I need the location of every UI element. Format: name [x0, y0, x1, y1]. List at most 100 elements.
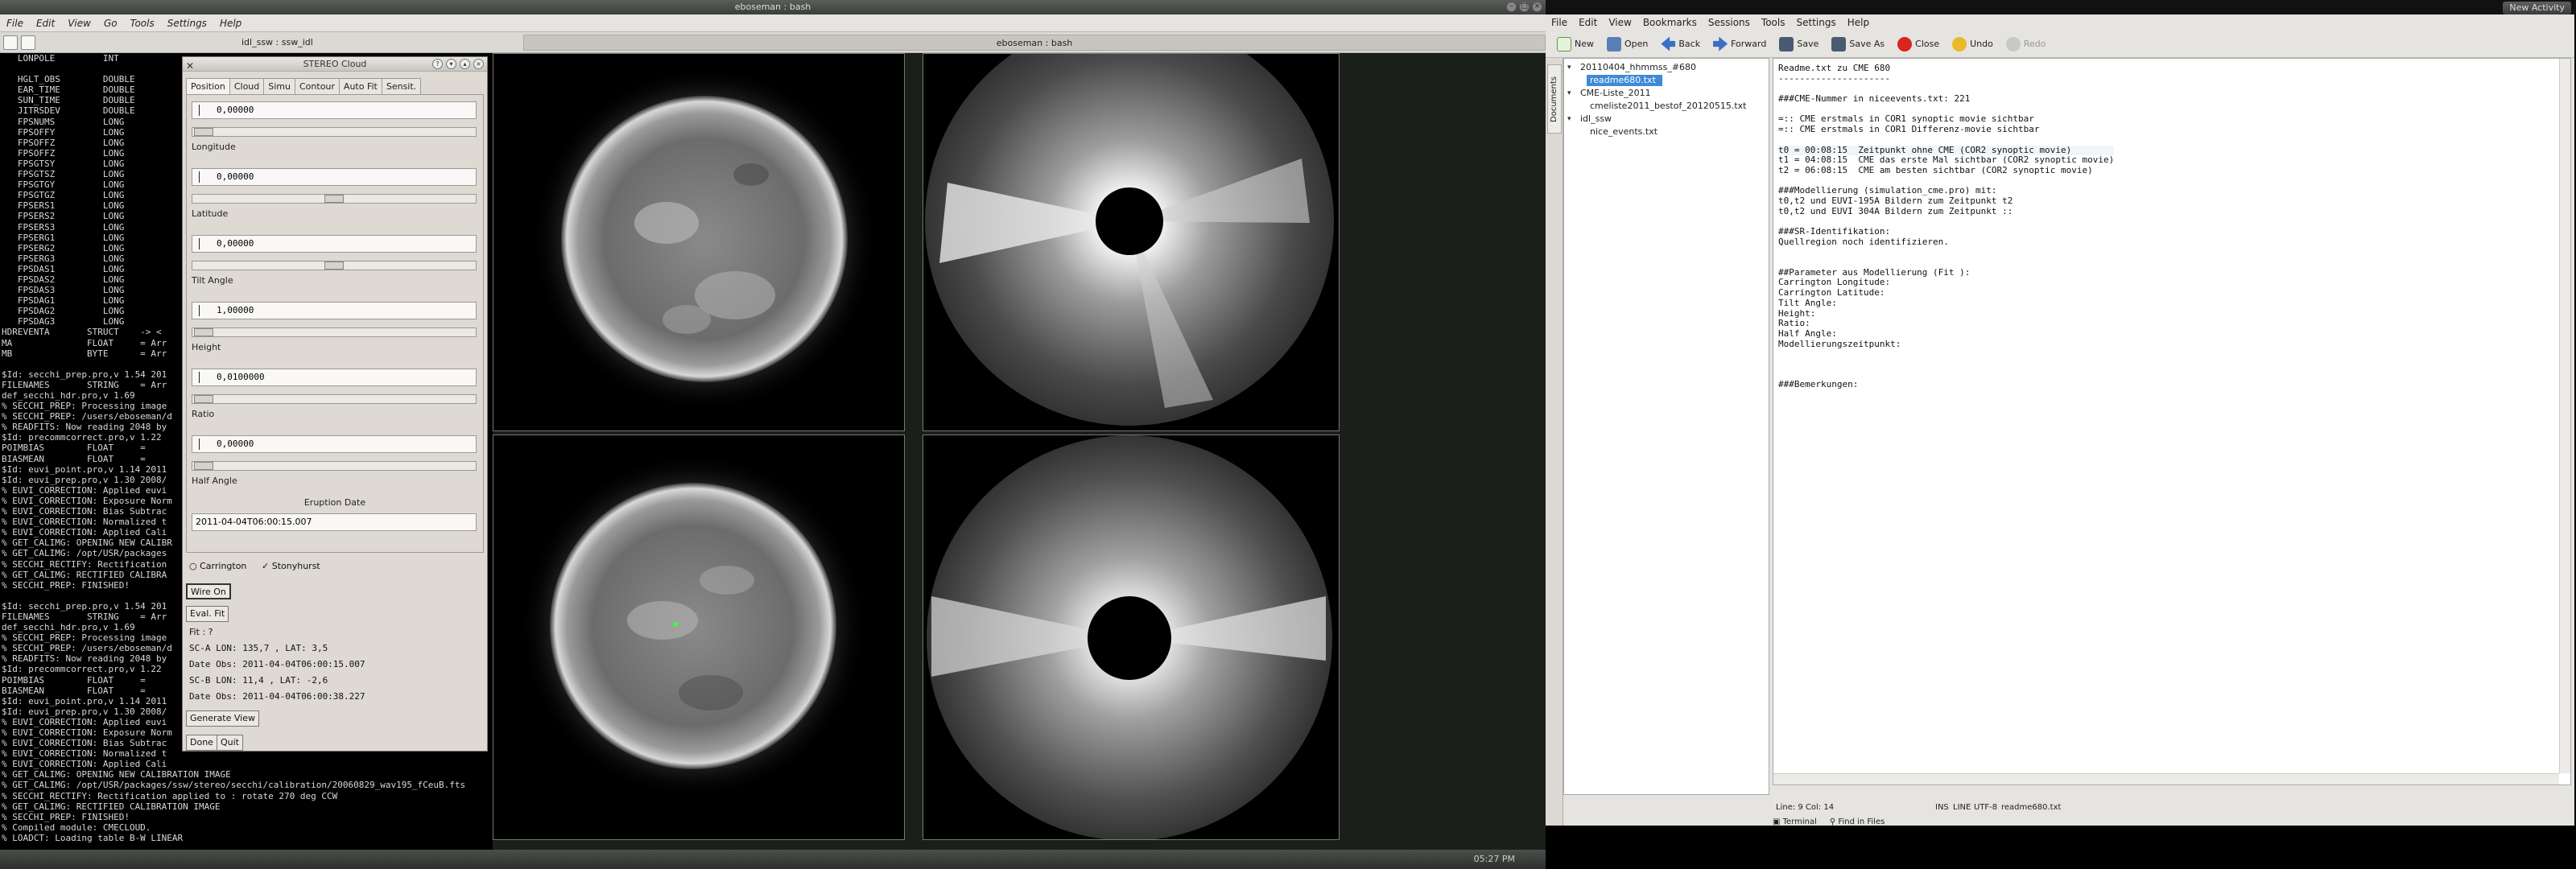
terminal-icon[interactable]	[21, 35, 35, 50]
quit-button[interactable]: Quit	[217, 735, 243, 751]
maximize-icon[interactable]: □	[1519, 2, 1530, 12]
longitude-slider[interactable]	[192, 127, 477, 137]
tree-file-item[interactable]: cmeliste2011_bestof_20120515.txt	[1587, 101, 1752, 112]
tab-auto-fit[interactable]: Auto Fit	[338, 78, 382, 94]
editor-line[interactable]: Quellregion noch identifizieren.	[1778, 237, 2114, 248]
generate-view-button[interactable]: Generate View	[186, 710, 259, 727]
vertical-scrollbar[interactable]	[2559, 59, 2570, 773]
editor-line[interactable]: Readme.txt zu CME 680	[1778, 63, 2114, 74]
editor-line[interactable]: Carrington Latitude:	[1778, 287, 2114, 299]
editor-content[interactable]: Readme.txt zu CME 680 -------------------…	[1778, 63, 2115, 390]
undo-button[interactable]: Undo	[1952, 36, 1993, 51]
editor-line[interactable]	[1778, 247, 2114, 257]
euvi-image-b[interactable]	[493, 434, 905, 840]
tab-bash[interactable]: eboseman : bash	[523, 35, 1546, 51]
editor-line[interactable]: Half Angle:	[1778, 328, 2114, 340]
editor-line[interactable]: Height:	[1778, 308, 2114, 319]
menu-view[interactable]: View	[61, 14, 97, 32]
save-button[interactable]: Save	[1779, 36, 1818, 51]
done-button[interactable]: Done	[186, 735, 217, 751]
half-angle-value-field[interactable]: 0,00000	[192, 435, 477, 453]
editor-line[interactable]: t2 = 06:08:15 CME am besten sichtbar (CO…	[1778, 165, 2114, 176]
menu-sessions[interactable]: Sessions	[1703, 14, 1756, 31]
menu-file[interactable]: File	[1546, 14, 1573, 31]
find-in-files-tab[interactable]: ⚲ Find in Files	[1830, 818, 1885, 830]
tree-expand-icon[interactable]: ▾	[1567, 64, 1571, 72]
menu-view[interactable]: View	[1603, 14, 1637, 31]
editor-line[interactable]	[1778, 257, 2114, 268]
documents-tab[interactable]: Documents	[1547, 64, 1562, 134]
tab-simu[interactable]: Simu	[263, 78, 295, 94]
help-icon[interactable]: ?	[432, 59, 443, 69]
editor-line[interactable]: ###Bemerkungen:	[1778, 380, 2114, 390]
cor2-image-a[interactable]	[923, 53, 1340, 431]
close-icon[interactable]: ×	[473, 59, 484, 69]
tree-expand-icon[interactable]: ▾	[1567, 115, 1571, 123]
horizontal-scrollbar[interactable]	[1773, 773, 2559, 785]
menu-settings[interactable]: Settings	[1790, 14, 1841, 31]
tree-folder-item[interactable]: CME-Liste_2011	[1577, 88, 1657, 99]
latitude-value-field[interactable]: 0,00000	[192, 168, 477, 186]
insert-mode[interactable]: INS	[1935, 803, 1949, 812]
tree-folder-item[interactable]: 20110404_hhmmss_#680	[1577, 62, 1703, 73]
menu-tools[interactable]: Tools	[124, 14, 161, 32]
editor-line[interactable]: ---------------------	[1778, 73, 2114, 84]
tab-idl-ssw[interactable]: idl_ssw : ssw_idl	[48, 35, 515, 51]
tab-cloud[interactable]: Cloud	[229, 78, 265, 94]
menu-file[interactable]: File	[0, 14, 30, 32]
menu-edit[interactable]: Edit	[30, 14, 61, 32]
back-button[interactable]: Back	[1661, 36, 1700, 51]
radio-stonyhurst[interactable]: ✓ Stonyhurst	[262, 561, 320, 571]
editor-line[interactable]	[1778, 360, 2114, 370]
half-angle-slider[interactable]	[192, 461, 477, 471]
redo-button[interactable]: Redo	[2005, 36, 2046, 51]
eval-fit-button[interactable]: Eval. Fit	[186, 606, 229, 622]
editor-line[interactable]: =:: CME erstmals in COR1 Differenz-movie…	[1778, 124, 2114, 135]
menu-help[interactable]: Help	[1842, 14, 1875, 31]
tab-sensit[interactable]: Sensit.	[381, 78, 422, 94]
menu-help[interactable]: Help	[213, 14, 248, 32]
editor-line[interactable]: t0,t2 und EUVI-195A Bildern zum Zeitpunk…	[1778, 196, 2114, 207]
editor-line[interactable]: ###CME-Nummer in niceevents.txt: 221	[1778, 93, 2114, 105]
latitude-slider[interactable]	[192, 194, 477, 204]
tilt-angle-slider[interactable]	[192, 261, 477, 270]
minimize-icon[interactable]: –	[1506, 2, 1517, 12]
terminal-tool-tab[interactable]: ▣ Terminal	[1773, 818, 1817, 830]
menu-tools[interactable]: Tools	[1756, 14, 1791, 31]
forward-button[interactable]: Forward	[1713, 36, 1766, 51]
tree-expand-icon[interactable]: ▾	[1567, 89, 1571, 97]
editor-line[interactable]	[1778, 349, 2114, 360]
open-button[interactable]: Open	[1607, 36, 1648, 51]
editor-line[interactable]: Tilt Angle:	[1778, 298, 2114, 309]
editor-line[interactable]	[1778, 135, 2114, 146]
tab-contour[interactable]: Contour	[295, 78, 340, 94]
window-menu-icon[interactable]: ✕	[186, 59, 194, 73]
euvi-image-a[interactable]	[493, 53, 905, 431]
new-tab-icon[interactable]	[3, 35, 18, 50]
editor-line[interactable]: Ratio:	[1778, 318, 2114, 329]
save-as-button[interactable]: Save As	[1831, 36, 1885, 51]
cor2-image-b[interactable]	[923, 434, 1340, 840]
encoding[interactable]: UTF-8	[1974, 803, 1997, 812]
editor-line[interactable]: Modellierungszeitpunkt:	[1778, 339, 2114, 350]
new-button[interactable]: New	[1557, 36, 1594, 51]
height-slider[interactable]	[192, 327, 477, 337]
close-icon[interactable]: ×	[1532, 2, 1542, 12]
menu-settings[interactable]: Settings	[161, 14, 213, 32]
tree-file-item[interactable]: readme680.txt	[1587, 75, 1662, 86]
ratio-value-field[interactable]: 0,0100000	[192, 369, 477, 386]
close-button[interactable]: Close	[1897, 36, 1939, 51]
minimize-icon[interactable]: ▾	[446, 59, 456, 69]
menu-bookmarks[interactable]: Bookmarks	[1637, 14, 1703, 31]
editor-line[interactable]: t1 = 04:08:15 CME das erste Mal sichtbar…	[1778, 154, 2114, 166]
tilt-angle-value-field[interactable]: 0,00000	[192, 235, 477, 253]
ratio-slider[interactable]	[192, 394, 477, 404]
tab-position[interactable]: Position	[186, 78, 230, 94]
height-value-field[interactable]: 1,00000	[192, 302, 477, 319]
tree-folder-item[interactable]: idl_ssw	[1577, 113, 1618, 125]
longitude-value-field[interactable]: 0,00000	[192, 101, 477, 119]
text-editor[interactable]: Readme.txt zu CME 680 -------------------…	[1773, 58, 2571, 785]
wire-on-button[interactable]: Wire On	[186, 583, 231, 599]
new-activity-button[interactable]: New Activity	[2503, 2, 2571, 14]
menu-edit[interactable]: Edit	[1573, 14, 1603, 31]
